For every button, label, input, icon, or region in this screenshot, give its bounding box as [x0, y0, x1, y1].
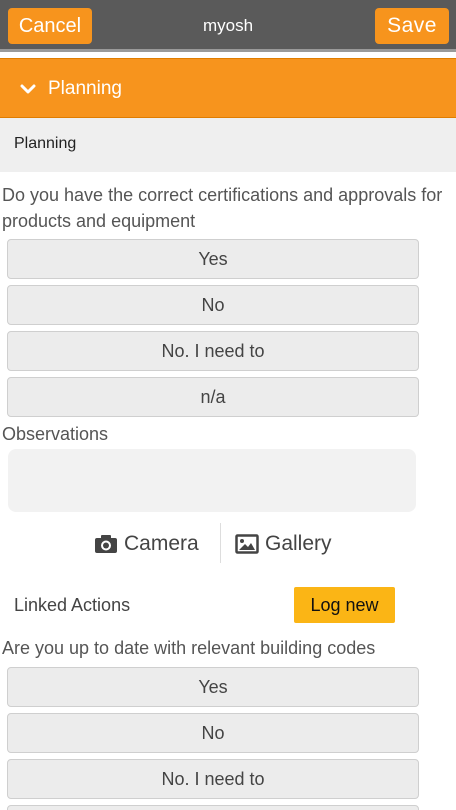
media-divider — [220, 523, 221, 563]
save-button[interactable]: Save — [375, 8, 449, 44]
subsection-header: Planning — [0, 118, 456, 172]
option-no-i-need-to[interactable]: No. I need to — [7, 331, 419, 371]
option-na[interactable]: n/a — [7, 377, 419, 417]
camera-button[interactable]: Camera — [94, 526, 199, 562]
option-no[interactable]: No — [7, 285, 419, 325]
chevron-down-icon — [20, 84, 36, 94]
linked-actions-label: Linked Actions — [14, 595, 131, 615]
gallery-button[interactable]: Gallery — [235, 526, 332, 562]
section-header-planning[interactable]: Planning — [0, 58, 456, 118]
subsection-title: Planning — [14, 135, 77, 152]
camera-label: Camera — [124, 532, 199, 555]
section-title: Planning — [48, 78, 122, 99]
log-new-button[interactable]: Log new — [294, 587, 395, 623]
option-yes[interactable]: Yes — [7, 667, 419, 707]
camera-icon — [95, 535, 117, 554]
option-no-i-need-to[interactable]: No. I need to — [7, 759, 419, 799]
option-partial[interactable] — [7, 805, 419, 810]
question-certifications: Do you have the correct certifications a… — [2, 185, 443, 231]
question-building-codes: Are you up to date with relevant buildin… — [2, 638, 376, 658]
observations-input[interactable] — [8, 449, 416, 512]
top-bar: Cancel myosh Save — [0, 0, 456, 52]
gallery-label: Gallery — [265, 532, 332, 555]
image-icon — [235, 534, 259, 555]
option-no[interactable]: No — [7, 713, 419, 753]
observations-label: Observations — [2, 424, 109, 444]
option-yes[interactable]: Yes — [7, 239, 419, 279]
